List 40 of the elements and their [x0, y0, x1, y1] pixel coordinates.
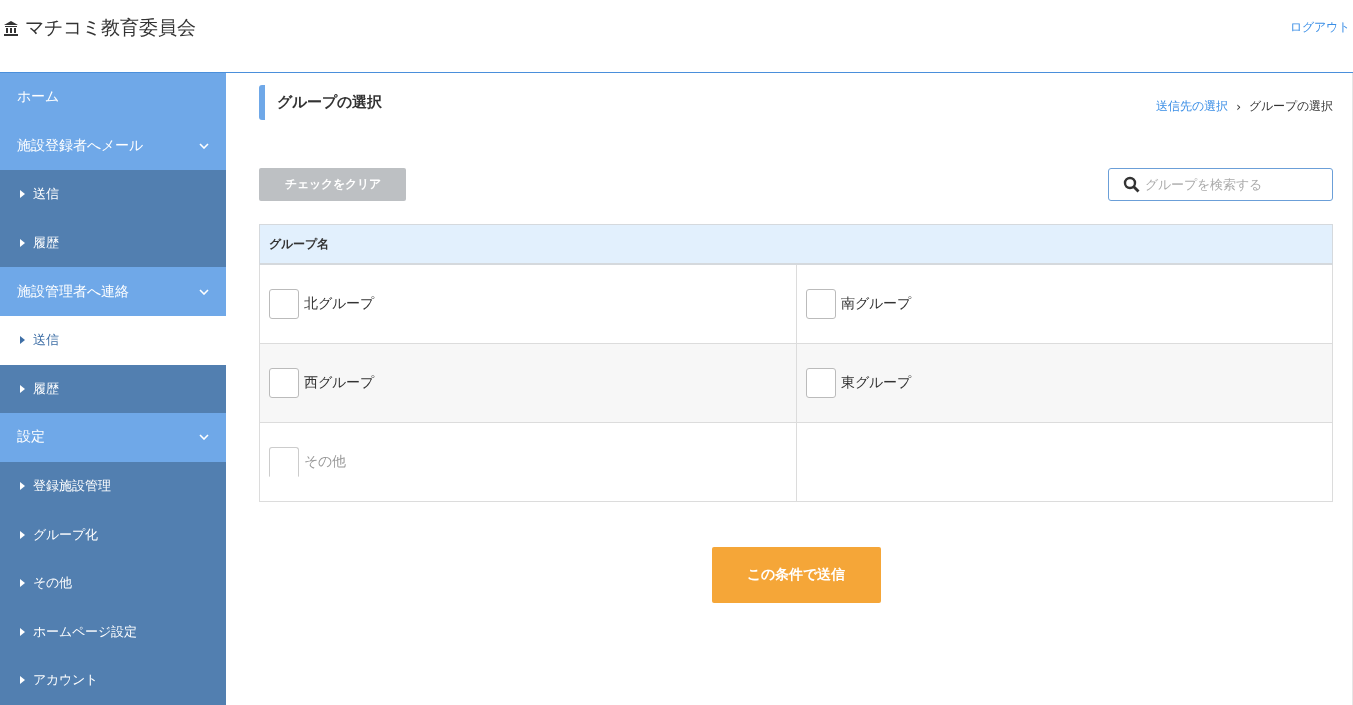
- column-header: グループ名: [259, 224, 1333, 264]
- triangle-icon: [20, 336, 25, 345]
- group-name: 北グループ: [304, 295, 374, 313]
- checkbox[interactable]: [805, 368, 836, 398]
- search-field[interactable]: グループを検索する: [1108, 168, 1333, 201]
- bank-icon: [3, 20, 19, 36]
- sidebar-item[interactable]: 施設登録者へメール: [0, 121, 226, 171]
- page-title: グループの選択: [259, 85, 382, 120]
- triangle-icon: [20, 482, 25, 491]
- triangle-icon: [20, 384, 25, 393]
- group-name: 東グループ: [840, 374, 911, 392]
- triangle-icon: [20, 579, 25, 588]
- triangle-icon: [20, 676, 25, 685]
- group-checkbox[interactable]: 西グループ: [269, 368, 374, 398]
- sidebar-subitem[interactable]: 送信: [0, 315, 226, 365]
- group-name: その他: [304, 453, 346, 471]
- chevron-icon: [199, 288, 209, 295]
- chevron-icon: [199, 434, 209, 441]
- group-checkbox[interactable]: 北グループ: [269, 289, 374, 319]
- group-name: 西グループ: [304, 374, 374, 392]
- checkbox[interactable]: [269, 289, 299, 319]
- breadcrumb-link[interactable]: 送信先の選択: [1156, 98, 1229, 115]
- group-checkbox[interactable]: 東グループ: [805, 368, 911, 398]
- checkbox[interactable]: [805, 289, 836, 319]
- group-name: 南グループ: [840, 295, 911, 313]
- triangle-icon: [20, 627, 25, 636]
- triangle-icon: [20, 239, 25, 248]
- triangle-icon: [20, 530, 25, 539]
- group-checkbox[interactable]: 南グループ: [805, 289, 911, 319]
- chevron-icon: [199, 142, 209, 149]
- triangle-icon: [20, 190, 25, 199]
- search-icon: [1123, 176, 1140, 193]
- logout-link[interactable]: ログアウト: [1290, 18, 1350, 36]
- sidebar-item[interactable]: 設定: [0, 413, 226, 462]
- sidebar-item[interactable]: ホーム: [0, 73, 226, 122]
- breadcrumb-separator: ›: [1236, 99, 1241, 114]
- breadcrumb-current: グループの選択: [1249, 98, 1333, 115]
- app-title: マチコミ教育委員会: [25, 15, 196, 40]
- checkbox[interactable]: [269, 368, 299, 398]
- sidebar-item[interactable]: 施設管理者へ連絡: [0, 267, 226, 316]
